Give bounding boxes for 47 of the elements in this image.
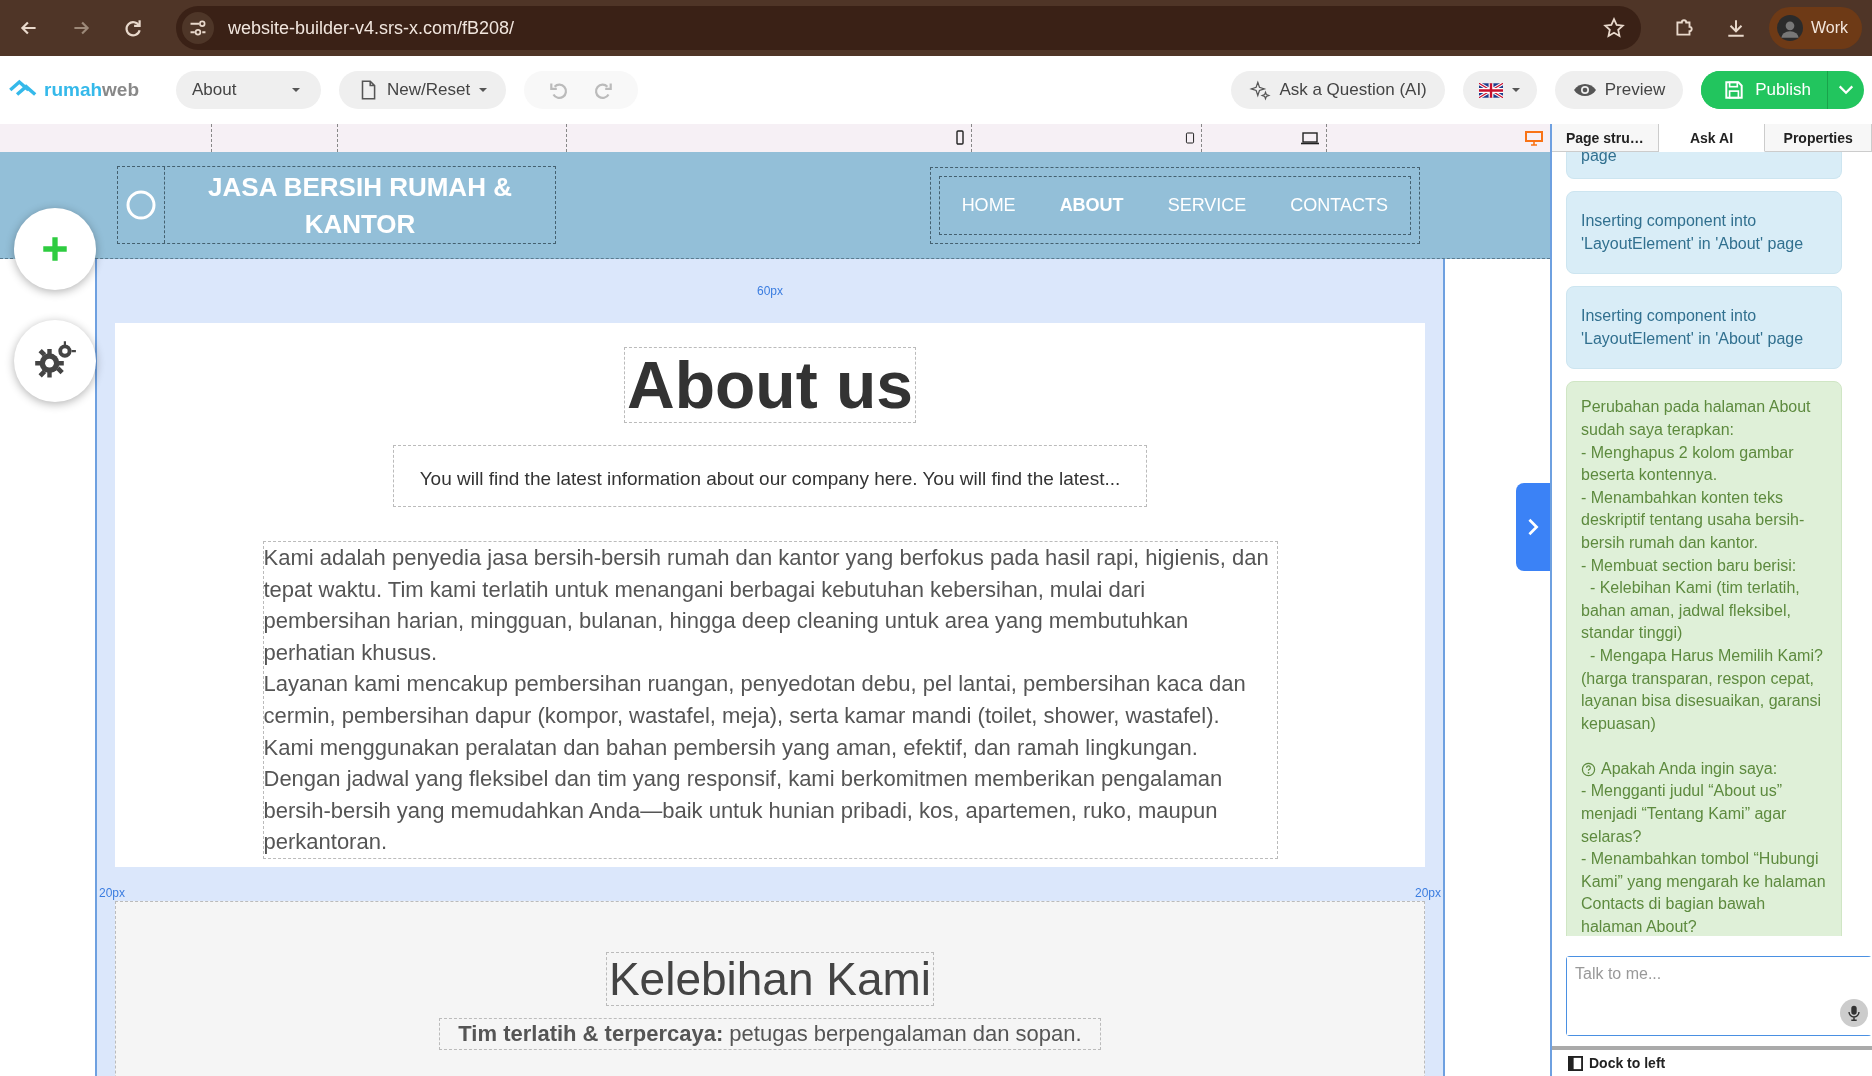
laptop-icon[interactable] [1300, 130, 1320, 146]
feature-item: Tim terlatih & terpercaya: petugas berpengalaman dan sopan. [439, 1017, 1101, 1050]
star-icon[interactable] [1602, 17, 1625, 39]
logo: rumahweb [8, 78, 158, 102]
section-title: Kelebihan Kami [605, 951, 935, 1006]
expand-panel-button[interactable] [1516, 483, 1550, 571]
spacing-label: 20px [99, 885, 126, 900]
new-reset-button[interactable]: New/Reset [339, 71, 507, 109]
preview-button[interactable]: Preview [1554, 71, 1684, 109]
dock-left-icon [1568, 1055, 1583, 1071]
flag-icon [1478, 82, 1503, 98]
dock-left-button[interactable]: Dock to left [1568, 1055, 1666, 1071]
site-brand: JASA BERSIH RUMAH & KANTOR [207, 171, 513, 241]
status-message: Inserting component into 'LayoutElement' in 'About' page [1566, 191, 1842, 275]
question-icon [1581, 761, 1596, 777]
caret-icon [291, 87, 301, 93]
avatar-icon [1776, 15, 1803, 41]
spacing-label: 20px [1414, 885, 1441, 900]
tablet-icon[interactable] [1185, 130, 1195, 146]
circle-logo-icon [125, 189, 157, 221]
settings-button[interactable] [14, 320, 96, 402]
status-message: page [1566, 152, 1842, 179]
address-bar[interactable]: website-builder-v4.srs-x.com/fB208/ [176, 6, 1641, 50]
sparkle-icon [1249, 79, 1272, 101]
page-dropdown[interactable]: About [176, 71, 321, 109]
caret-icon [478, 87, 489, 93]
question-text: Apakah Anda ingin saya: [1601, 758, 1778, 779]
url-text: website-builder-v4.srs-x.com/fB208/ [228, 17, 516, 39]
spacing-label: 60px [757, 284, 783, 298]
site-settings-icon[interactable] [182, 12, 214, 44]
question-options-text: - Mengganti judul “About us” menjadi “Tentang Kami” agar selaras? - Menambahkan tombol “Hubungi Kami” yang mengarah ke halaman Contacts di bagian bawah halaman About? [1581, 781, 1827, 936]
chat-input[interactable]: Talk to me... [1566, 956, 1872, 1036]
ask-ai-button[interactable]: Ask a Question (AI) [1231, 71, 1445, 109]
subtitle-text: You will find the latest information about our company here. You will find the latest... [393, 445, 1147, 507]
page-title: About us [624, 347, 916, 423]
reload-icon[interactable] [122, 17, 144, 39]
about-paragraph: Kami adalah penyedia jasa bersih-bersih rumah dan kantor yang berfokus pada hasil rapi, higienis, dan tepat waktu. Tim kami terlatih untuk menangani berbagai kebutuhan kebersihan, mulai dari pembersihan harian, mingguan, bulanan, hingga deep cleaning untuk area yang membutuhkan perhatian khusus. Layanan kami mencakup pembersihan ruangan, penyedotan debu, pel lantai, pembersihan kaca dan cermin, pembersihan dapur (kompor, wastafel, meja), serta kamar mandi (toilet, shower, wastafel). Kami menggunakan peralatan dan bahan pembersih yang aman, efektif, dan ramah lingkungan. Dengan jadwal yang fleksibel dan tim yang responsif, kami berkomitmen memberikan pengalaman bersih-bersih yang memudahkan Anda—baik untuk hunian pribadi, kos, apartemen, ruko, maupun perkantoran. [262, 541, 1278, 859]
panel-tab[interactable]: Page stru… [1552, 124, 1659, 152]
panel-tab[interactable]: Properties [1765, 124, 1872, 152]
phone-icon[interactable] [955, 130, 965, 146]
status-message: Inserting component into 'LayoutElement' in 'About' page [1566, 286, 1842, 370]
message-text: Perubahan pada halaman About sudah saya terapkan: - Menghapus 2 kolom gambar beserta kontennya. - Menambahkan konten teks deskriptif tentang usaha bersih-bersih rumah dan kantor. - Membuat section baru berisi: - Kelebihan Kami (tim terlatih, bahan aman, jadwal fleksibel, standar tinggi) - Mengapa Harus Memilih Kami? (harga transparan, respon cepat, layanan bisa disesuaikan, garansi kepuasan) [1581, 398, 1824, 732]
caret-icon [1510, 87, 1521, 93]
language-dropdown[interactable] [1462, 71, 1537, 109]
save-icon [1723, 79, 1746, 101]
profile-button[interactable]: Work [1768, 7, 1862, 49]
microphone-icon [1845, 1004, 1863, 1022]
